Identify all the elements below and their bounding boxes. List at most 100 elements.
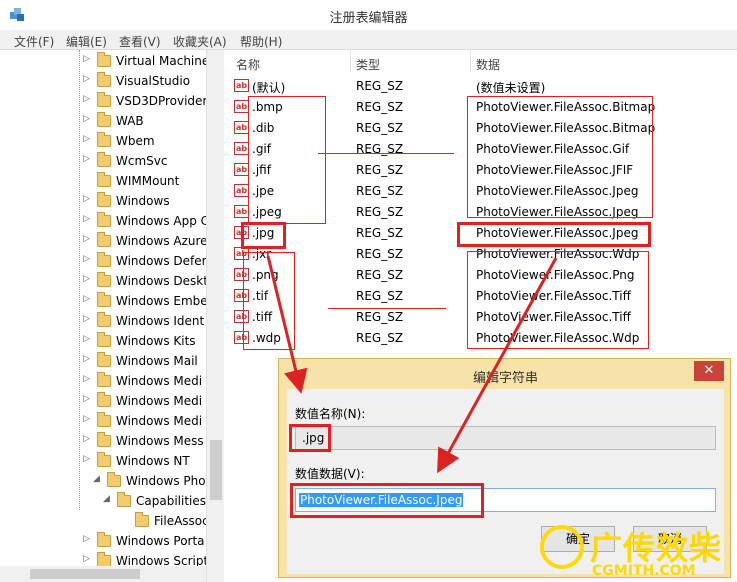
expand-arrow-icon[interactable]: ▷ (83, 74, 90, 84)
tree-item-label: Windows Mess (116, 434, 204, 448)
tree-item-label: Windows Deskt (116, 274, 208, 288)
folder-icon (97, 132, 111, 147)
menu-view[interactable]: 查看(V) (119, 33, 161, 50)
tree-item-label: Windows Porta (116, 534, 205, 548)
scrollbar-thumb[interactable] (30, 569, 140, 579)
tree-item-label: Windows Photo (126, 474, 218, 488)
folder-icon (135, 512, 149, 527)
folder-icon (97, 432, 111, 447)
expand-arrow-icon[interactable]: ▷ (83, 134, 90, 144)
value-type: REG_SZ (356, 310, 404, 324)
value-name: (默认) (252, 81, 286, 95)
value-name-label: 数值名称(N): (295, 407, 366, 421)
expand-arrow-icon[interactable]: ▷ (83, 254, 90, 264)
tree-item-label: Wbem (116, 134, 155, 148)
watermark-logo: 广传效柴 CGMITH.COM (540, 523, 737, 582)
title-bar: 注册表编辑器 (0, 0, 737, 30)
expand-arrow-icon[interactable]: ▷ (83, 334, 90, 344)
tree-item-label: Virtual Machine (116, 54, 210, 68)
folder-icon (97, 232, 111, 247)
menu-file[interactable]: 文件(F) (14, 33, 54, 50)
expand-arrow-icon[interactable]: ▷ (83, 294, 90, 304)
menu-help[interactable]: 帮助(H) (240, 33, 282, 50)
value-type: REG_SZ (356, 163, 404, 177)
folder-icon (97, 292, 111, 307)
tree-item-label: Windows NT (116, 454, 190, 468)
window-title: 注册表编辑器 (329, 11, 408, 26)
value-type: REG_SZ (356, 268, 404, 282)
expand-arrow-icon[interactable]: ▷ (83, 94, 90, 104)
expand-arrow-icon[interactable]: ▷ (83, 154, 90, 164)
expand-arrow-icon[interactable]: ▷ (83, 454, 90, 464)
annotation-box-value-data (290, 483, 484, 518)
expand-arrow-icon[interactable]: ▷ (83, 394, 90, 404)
dialog-title: 编辑字符串 (472, 371, 538, 386)
value-data-label: 数值数据(V): (295, 467, 365, 481)
close-button[interactable]: ✕ (694, 361, 724, 381)
folder-icon (97, 372, 111, 387)
tree-item-label: WcmSvc (116, 154, 168, 168)
value-type: REG_SZ (356, 79, 404, 93)
watermark-circle-icon (540, 525, 584, 569)
scrollbar-thumb[interactable] (210, 440, 222, 500)
tree-item-label: WAB (116, 114, 144, 128)
folder-icon (117, 492, 131, 507)
tree-item-label: Windows Medi (116, 374, 203, 388)
registry-tree[interactable]: ▷ Virtual Machine ▷ VisualStudio ▷ VSD3DProvi… (0, 50, 224, 582)
expand-arrow-icon[interactable]: ▷ (83, 374, 90, 384)
folder-icon (97, 412, 111, 427)
column-header-data[interactable]: 数据 (476, 56, 500, 73)
collapse-arrow-icon[interactable]: ◢ (93, 474, 100, 484)
tree-vertical-scrollbar[interactable] (206, 50, 224, 582)
column-divider[interactable] (470, 50, 471, 72)
expand-arrow-icon[interactable]: ▷ (83, 214, 90, 224)
expand-arrow-icon[interactable]: ▷ (83, 354, 90, 364)
expand-arrow-icon[interactable]: ▷ (83, 234, 90, 244)
expand-arrow-icon[interactable]: ▷ (83, 414, 90, 424)
expand-arrow-icon[interactable]: ▷ (83, 434, 90, 444)
menu-favorites[interactable]: 收藏夹(A) (173, 33, 227, 50)
tree-item-label: VisualStudio (116, 74, 191, 88)
tree-item-label: Windows (116, 194, 170, 208)
tree-horizontal-scrollbar[interactable] (0, 566, 206, 582)
folder-icon (97, 312, 111, 327)
tree-item-label: Windows Defer (116, 254, 207, 268)
annotation-box-value-name (289, 424, 331, 452)
folder-icon (97, 272, 111, 287)
folder-icon (97, 532, 111, 547)
value-row[interactable]: ab (默认) REG_SZ (数值未设置) (228, 76, 737, 97)
tree-item-label: Capabilities (136, 494, 206, 508)
column-header-type[interactable]: 类型 (356, 56, 380, 73)
menu-bar: 文件(F) 编辑(E) 查看(V) 收藏夹(A) 帮助(H) (0, 30, 737, 50)
collapse-arrow-icon[interactable]: ◢ (103, 494, 110, 504)
value-type: REG_SZ (356, 226, 404, 240)
folder-icon (97, 392, 111, 407)
folder-icon (97, 72, 111, 87)
expand-arrow-icon[interactable]: ▷ (83, 554, 90, 564)
folder-icon (97, 172, 111, 187)
tree-guide-line (79, 50, 80, 510)
folder-icon (97, 112, 111, 127)
annotation-box-data-top (467, 96, 653, 218)
tree-item-label: Windows Ident (116, 314, 205, 328)
value-name-field: .jpg (295, 426, 716, 450)
column-divider[interactable] (350, 50, 351, 72)
menu-edit[interactable]: 编辑(E) (66, 33, 107, 50)
value-type: REG_SZ (356, 247, 404, 261)
expand-arrow-icon[interactable]: ▷ (83, 114, 90, 124)
expand-arrow-icon[interactable]: ▷ (83, 534, 90, 544)
column-header-name[interactable]: 名称 (236, 56, 260, 73)
folder-icon (97, 352, 111, 367)
folder-icon (97, 152, 111, 167)
tree-item-label: WIMMount (116, 174, 180, 188)
expand-arrow-icon[interactable]: ▷ (83, 314, 90, 324)
expand-arrow-icon[interactable]: ▷ (83, 274, 90, 284)
tree-item-label: Windows Embe (116, 294, 208, 308)
string-value-icon: ab (234, 184, 249, 197)
folder-icon (97, 52, 111, 67)
string-value-icon: ab (234, 79, 249, 92)
string-value-icon: ab (234, 205, 249, 218)
string-value-icon: ab (234, 163, 249, 176)
expand-arrow-icon[interactable]: ▷ (83, 194, 90, 204)
expand-arrow-icon[interactable]: ▷ (83, 54, 90, 64)
